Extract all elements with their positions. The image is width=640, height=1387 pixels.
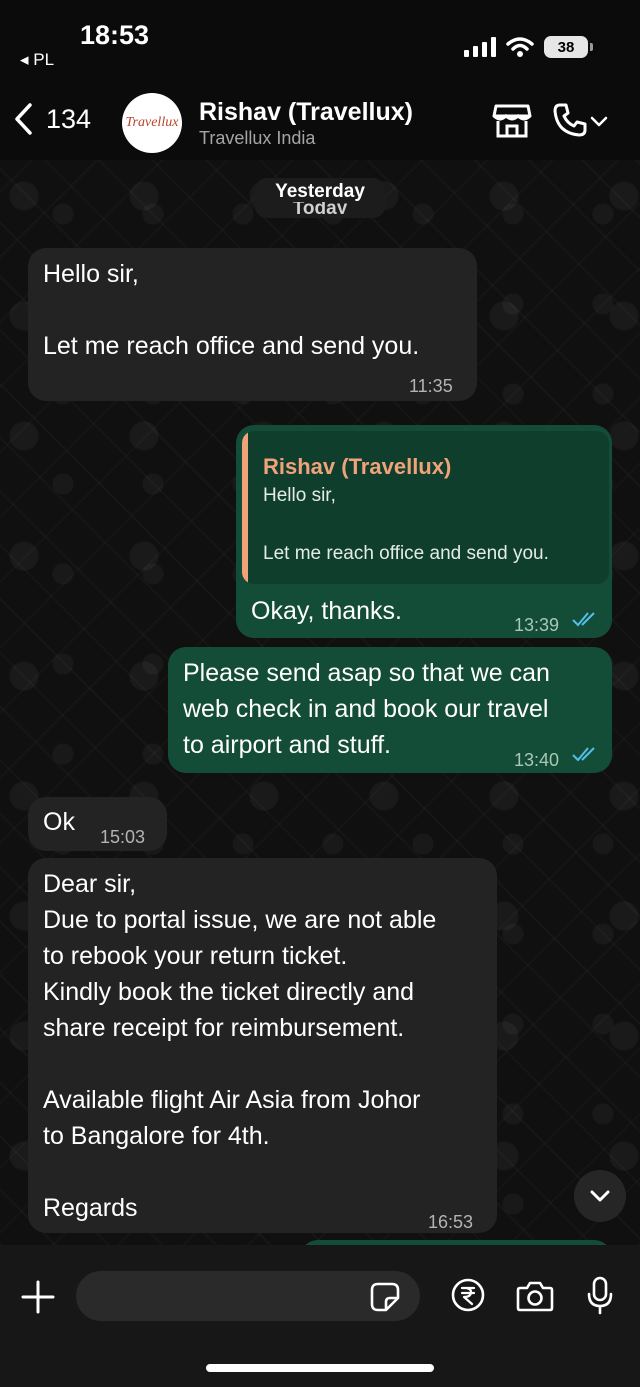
- message-bubble-outgoing[interactable]: Rishav (Travellux) Hello sir, Let me rea…: [236, 425, 612, 638]
- message-bubble-outgoing[interactable]: Please send asap so that we can web chec…: [168, 647, 612, 773]
- message-bubble-incoming[interactable]: Dear sir, Due to portal issue, we are no…: [28, 858, 497, 1233]
- back-to-app-link[interactable]: ◂ PL: [20, 50, 54, 70]
- message-time: 13:39: [514, 615, 560, 635]
- sticker-icon[interactable]: [370, 1282, 400, 1312]
- message-time: 15:03: [100, 827, 146, 847]
- microphone-icon[interactable]: [586, 1276, 614, 1316]
- quote-text: Hello sir, Let me reach office and send …: [263, 485, 549, 564]
- status-bar: 18:53 ◂ PL 38: [0, 0, 640, 80]
- home-indicator[interactable]: [206, 1364, 434, 1372]
- plus-icon[interactable]: [20, 1279, 56, 1315]
- phone-icon[interactable]: [552, 102, 588, 138]
- chat-header: 134 Travellux Rishav (Travellux) Travell…: [0, 80, 640, 160]
- message-text: Hello sir, Let me reach office and send …: [43, 260, 420, 360]
- date-label: Yesterday: [275, 181, 365, 202]
- contact-subtitle: Travellux India: [199, 128, 316, 148]
- double-check-icon: [572, 612, 595, 627]
- avatar-logo: Travellux: [125, 115, 179, 130]
- unread-count: 134: [46, 103, 92, 134]
- message-bubble-incoming[interactable]: Hello sir, Let me reach office and send …: [28, 248, 477, 401]
- message-input[interactable]: [76, 1271, 420, 1321]
- battery-indicator: 38: [544, 36, 593, 58]
- chat-area[interactable]: Yesterday Today Hello sir, Let me reach …: [0, 160, 640, 1245]
- quoted-message[interactable]: Rishav (Travellux) Hello sir, Let me rea…: [242, 431, 609, 584]
- rupee-icon[interactable]: [451, 1278, 485, 1312]
- date-label-behind: Today: [292, 202, 348, 214]
- message-text: Please send asap so that we can web chec…: [183, 659, 550, 759]
- camera-icon[interactable]: [516, 1280, 554, 1312]
- avatar[interactable]: Travellux: [122, 93, 182, 153]
- message-input-bar: [0, 1245, 640, 1387]
- back-button[interactable]: 134: [12, 102, 91, 136]
- date-separator: Yesterday Today: [255, 178, 385, 218]
- message-time: 16:53: [428, 1212, 474, 1232]
- chevron-left-icon: [15, 103, 32, 135]
- quote-accent-bar: [242, 431, 248, 584]
- scroll-to-bottom-button[interactable]: [574, 1170, 626, 1222]
- message-text: Dear sir, Due to portal issue, we are no…: [43, 870, 437, 1222]
- message-time: 11:35: [409, 376, 453, 396]
- message-text: Ok: [43, 808, 75, 836]
- status-time: 18:53: [80, 20, 150, 50]
- chevron-down-icon[interactable]: [590, 116, 608, 128]
- signal-icon: [464, 37, 496, 57]
- message-time: 13:40: [514, 750, 560, 770]
- double-check-icon: [572, 747, 595, 762]
- quote-author: Rishav (Travellux): [263, 454, 452, 479]
- contact-name[interactable]: Rishav (Travellux): [199, 98, 413, 127]
- chevron-down-icon: [590, 1190, 610, 1202]
- message-bubble-incoming[interactable]: Ok 15:03: [28, 797, 167, 851]
- message-text: Okay, thanks.: [251, 597, 402, 625]
- wifi-icon: [506, 37, 534, 57]
- shop-icon[interactable]: [492, 102, 532, 140]
- status-icons: 38: [464, 36, 593, 58]
